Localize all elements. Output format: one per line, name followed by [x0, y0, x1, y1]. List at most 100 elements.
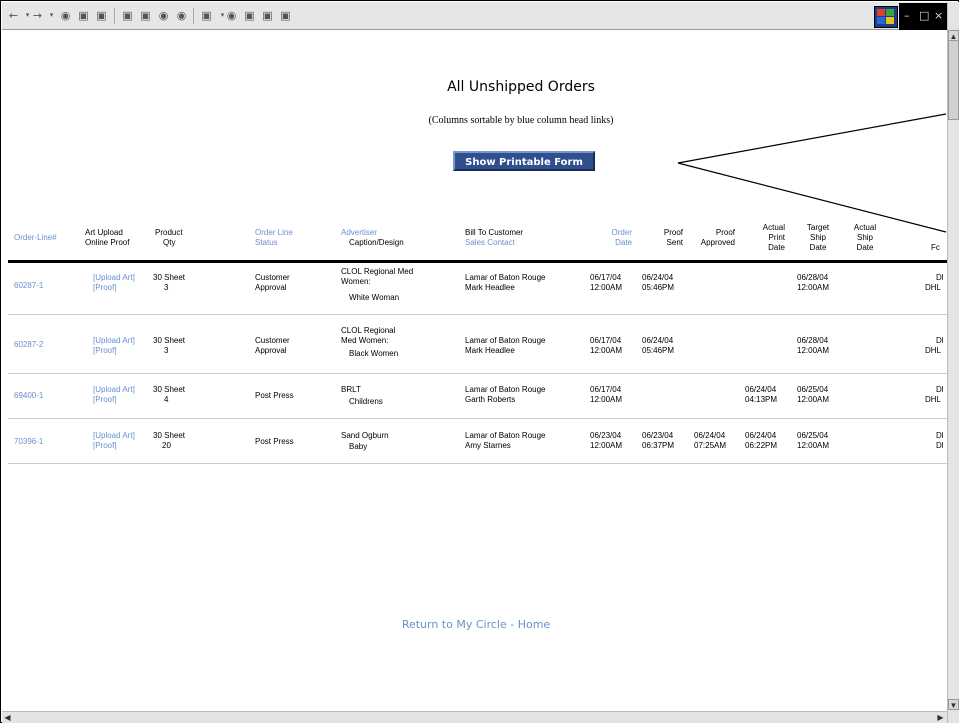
upload-art-link[interactable]: [Upload Art] — [93, 336, 135, 346]
header-proof-approved-line2: Approved — [700, 238, 735, 247]
caption-design: Black Women — [349, 349, 399, 358]
actual-print-time: 06:22PM — [745, 441, 778, 450]
scroll-right-icon[interactable]: ▶ — [935, 712, 946, 723]
order-date: 06/17/04 — [590, 385, 622, 394]
proof-link[interactable]: [Proof] — [93, 395, 117, 405]
order-line-link[interactable]: 70396-1 — [14, 437, 43, 447]
target-ship-time: 12:00AM — [797, 283, 830, 292]
status-line2: Approval — [255, 346, 287, 355]
target-ship-time: 12:00AM — [797, 441, 830, 450]
actual-print-date: 06/24/04 — [745, 431, 777, 440]
proof-sent-date: 06/24/04 — [642, 336, 674, 345]
order-line-link[interactable]: 69400-1 — [14, 391, 43, 401]
windows-logo-icon — [874, 6, 898, 28]
page-title: All Unshipped Orders — [447, 79, 595, 95]
mail-icon[interactable]: ▣ — [199, 8, 214, 23]
header-status-line1: Order Line — [255, 228, 293, 237]
fc-line2: DHL — [925, 283, 942, 292]
order-time: 12:00AM — [590, 346, 623, 355]
scroll-down-icon[interactable]: ▼ — [948, 699, 959, 710]
order-date: 06/17/04 — [590, 273, 622, 282]
header-proof-sent-line1: Proof — [663, 228, 683, 237]
header-advertiser-link[interactable]: Advertiser — [341, 228, 404, 238]
order-time: 12:00AM — [590, 395, 623, 404]
product-qty: 20 — [162, 441, 171, 450]
sales-contact: Amy Starnes — [465, 441, 511, 450]
minimize-icon[interactable]: – — [904, 9, 910, 22]
upload-art-link[interactable]: [Upload Art] — [93, 385, 135, 395]
close-icon[interactable]: × — [934, 9, 943, 22]
header-sales-contact[interactable]: Sales Contact — [465, 238, 523, 248]
header-order-date[interactable]: Order Date — [604, 228, 632, 248]
target-ship-date: 06/28/04 — [797, 273, 829, 282]
proof-link[interactable]: [Proof] — [93, 441, 117, 451]
header-product-line2: Qty — [163, 238, 176, 247]
target-ship-date: 06/28/04 — [797, 336, 829, 345]
status-line1: Post Press — [255, 391, 294, 400]
forward-icon[interactable]: → — [30, 8, 45, 23]
stop-icon[interactable]: ◉ — [58, 8, 73, 23]
proof-link[interactable]: [Proof] — [93, 346, 117, 356]
advertiser-line2: Women: — [341, 277, 371, 286]
restore-icon[interactable]: □ — [919, 9, 929, 22]
product-name: 30 Sheet — [153, 336, 186, 345]
row-divider — [8, 373, 947, 374]
caption-design: White Woman — [349, 293, 400, 302]
proof-link[interactable]: [Proof] — [93, 283, 117, 293]
history-icon[interactable]: ◉ — [174, 8, 189, 23]
favorites-icon[interactable]: ▣ — [138, 8, 153, 23]
product-name: 30 Sheet — [153, 273, 186, 282]
vertical-scrollbar[interactable]: ▲ ▼ — [947, 2, 959, 723]
product-qty: 3 — [164, 283, 169, 292]
edit-icon[interactable]: ▣ — [242, 8, 257, 23]
fc-line1: Dl — [936, 273, 944, 282]
home-icon[interactable]: ▣ — [94, 8, 109, 23]
messenger-icon[interactable]: ▣ — [278, 8, 293, 23]
back-icon[interactable]: ← — [6, 8, 21, 23]
upload-art-link[interactable]: [Upload Art] — [93, 431, 135, 441]
header-order-line[interactable]: Order-Line# — [14, 233, 57, 243]
order-date: 06/23/04 — [590, 431, 622, 440]
horizontal-scrollbar[interactable]: ◀ ▶ — [2, 711, 947, 723]
upload-art-link[interactable]: [Upload Art] — [93, 273, 135, 283]
header-proof-approved-line1: Proof — [715, 228, 735, 237]
media-icon[interactable]: ◉ — [156, 8, 171, 23]
status-line1: Post Press — [255, 437, 294, 446]
toolbar-separator — [193, 8, 194, 24]
header-art-upload-line2: Online Proof — [85, 238, 130, 247]
header-target-ship-line3: Date — [809, 243, 827, 252]
proof-sent-date: 06/24/04 — [642, 273, 674, 282]
advertiser-line1: CLOL Regional Med — [341, 267, 414, 276]
header-actual-print-line1: Actual — [762, 223, 785, 232]
header-actual-print-line2: Print — [768, 233, 785, 242]
fc-line1: Dl — [936, 431, 944, 440]
header-divider — [8, 260, 947, 263]
caption-design: Baby — [349, 442, 368, 451]
target-ship-time: 12:00AM — [797, 346, 830, 355]
print-icon[interactable]: ◉ — [224, 8, 239, 23]
window-controls: – □ × — [899, 3, 948, 30]
order-time: 12:00AM — [590, 441, 623, 450]
search-icon[interactable]: ▣ — [120, 8, 135, 23]
discuss-icon[interactable]: ▣ — [260, 8, 275, 23]
order-line-link[interactable]: 60287-2 — [14, 340, 43, 350]
return-home-link[interactable]: Return to My Circle - Home — [381, 618, 571, 631]
header-order-line-status[interactable]: Order Line Status — [255, 228, 293, 248]
header-actual-ship-line1: Actual — [853, 223, 877, 232]
header-order-date-line1: Order — [611, 228, 632, 237]
forward-dropdown-icon[interactable]: ▾ — [44, 8, 59, 23]
target-ship-date: 06/25/04 — [797, 385, 829, 394]
header-fc: Fc — [931, 243, 940, 252]
scroll-thumb[interactable] — [948, 40, 959, 120]
product-name: 30 Sheet — [153, 385, 186, 394]
header-target-ship-date: Target Ship Date — [803, 223, 833, 253]
fc-line2: DHL — [925, 395, 942, 404]
header-proof-sent: Proof Sent — [653, 228, 683, 248]
scroll-left-icon[interactable]: ◀ — [2, 712, 13, 723]
advertiser-line1: Sand Ogburn — [341, 431, 389, 440]
fc-line2: Dl — [936, 441, 944, 450]
order-line-link[interactable]: 60287-1 — [14, 281, 43, 291]
refresh-icon[interactable]: ▣ — [76, 8, 91, 23]
advertiser-line2: Med Women: — [341, 336, 389, 345]
show-printable-form-button[interactable]: Show Printable Form — [453, 151, 595, 171]
